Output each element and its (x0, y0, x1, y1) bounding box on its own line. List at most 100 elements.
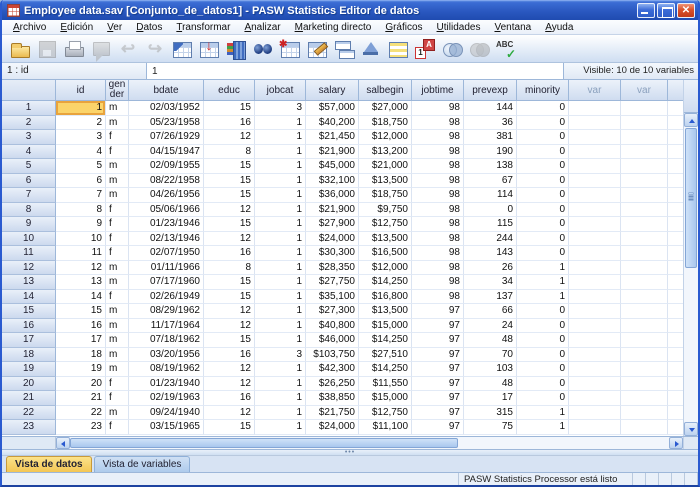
cell[interactable] (569, 406, 621, 421)
cell[interactable]: 97 (412, 362, 464, 377)
cell[interactable]: 15 (204, 420, 255, 435)
row-number[interactable]: 19 (2, 362, 56, 377)
column-header-salary[interactable]: salary (306, 80, 359, 101)
column-header-var[interactable]: var (569, 80, 621, 101)
cell[interactable]: 98 (412, 246, 464, 261)
cell[interactable] (569, 290, 621, 305)
cell[interactable]: 98 (412, 203, 464, 218)
cell[interactable]: 1 (517, 406, 569, 421)
cell[interactable]: 1 (255, 203, 306, 218)
cell[interactable]: 1 (255, 159, 306, 174)
weight-cases-icon[interactable] (359, 38, 383, 60)
cell[interactable]: 381 (464, 130, 517, 145)
cell[interactable]: $9,750 (359, 203, 412, 218)
cell[interactable]: $57,000 (306, 101, 359, 116)
cell[interactable]: $24,000 (306, 232, 359, 247)
cell[interactable]: $28,350 (306, 261, 359, 276)
spell-check-icon[interactable] (494, 38, 518, 60)
cell[interactable]: $32,100 (306, 174, 359, 189)
menu-analizar[interactable]: Analizar (237, 21, 287, 34)
menu-ventana[interactable]: Ventana (487, 21, 538, 34)
cell[interactable]: 26 (464, 261, 517, 276)
cell[interactable]: 0 (517, 217, 569, 232)
row-number[interactable]: 7 (2, 188, 56, 203)
cell[interactable]: $16,800 (359, 290, 412, 305)
row-number[interactable]: 23 (2, 420, 56, 435)
cell[interactable]: 8 (204, 261, 255, 276)
cell[interactable]: 1 (56, 101, 106, 116)
cell[interactable]: 15 (204, 217, 255, 232)
cell[interactable]: $12,000 (359, 130, 412, 145)
cell[interactable]: 02/13/1946 (129, 232, 204, 247)
cell[interactable]: f (106, 290, 129, 305)
cell[interactable] (621, 174, 668, 189)
cell[interactable]: 22 (56, 406, 106, 421)
cell[interactable]: 9 (56, 217, 106, 232)
row-number[interactable]: 9 (2, 217, 56, 232)
cell[interactable]: 1 (255, 420, 306, 435)
cell[interactable]: 0 (517, 362, 569, 377)
cell[interactable] (569, 348, 621, 363)
open-file-icon[interactable] (8, 38, 32, 60)
cell[interactable]: 16 (56, 319, 106, 334)
cell[interactable]: 1 (255, 116, 306, 131)
cell[interactable]: 0 (517, 319, 569, 334)
cell[interactable]: 21 (56, 391, 106, 406)
cell[interactable]: 97 (412, 420, 464, 435)
cell[interactable]: $38,850 (306, 391, 359, 406)
column-header-jobtime[interactable]: jobtime (412, 80, 464, 101)
goto-variable-icon[interactable] (224, 38, 248, 60)
cell[interactable] (569, 232, 621, 247)
cell[interactable] (569, 203, 621, 218)
cell[interactable]: f (106, 130, 129, 145)
cell[interactable]: 98 (412, 159, 464, 174)
cell[interactable]: $12,750 (359, 217, 412, 232)
cell[interactable] (569, 174, 621, 189)
cell[interactable]: 2 (56, 116, 106, 131)
cell[interactable]: 08/22/1958 (129, 174, 204, 189)
cell[interactable]: $46,000 (306, 333, 359, 348)
cell[interactable]: $27,900 (306, 217, 359, 232)
cell[interactable]: f (106, 377, 129, 392)
cell[interactable]: $26,250 (306, 377, 359, 392)
cell[interactable]: $35,100 (306, 290, 359, 305)
cell[interactable]: 12 (204, 406, 255, 421)
cell[interactable]: 02/07/1950 (129, 246, 204, 261)
cell[interactable] (569, 333, 621, 348)
row-number[interactable]: 17 (2, 333, 56, 348)
cell[interactable]: f (106, 203, 129, 218)
cell[interactable]: 98 (412, 261, 464, 276)
cell[interactable]: 0 (517, 101, 569, 116)
cell[interactable]: 8 (56, 203, 106, 218)
use-variable-sets-icon[interactable] (440, 38, 464, 60)
vertical-scroll-track[interactable] (684, 269, 698, 422)
cell[interactable]: 15 (204, 159, 255, 174)
cell[interactable] (621, 391, 668, 406)
cell[interactable]: 144 (464, 101, 517, 116)
cell[interactable]: $13,200 (359, 145, 412, 160)
cell[interactable]: 16 (204, 391, 255, 406)
cell[interactable]: 97 (412, 377, 464, 392)
cell[interactable] (621, 203, 668, 218)
cell[interactable]: 1 (255, 145, 306, 160)
cell[interactable]: 17 (56, 333, 106, 348)
row-number[interactable]: 13 (2, 275, 56, 290)
cell[interactable]: $24,000 (306, 420, 359, 435)
cell[interactable] (621, 333, 668, 348)
cell[interactable]: 66 (464, 304, 517, 319)
cell[interactable] (569, 101, 621, 116)
cell[interactable]: $13,500 (359, 304, 412, 319)
row-number[interactable]: 20 (2, 377, 56, 392)
cell[interactable] (621, 275, 668, 290)
cell[interactable] (569, 188, 621, 203)
cell[interactable]: 0 (517, 333, 569, 348)
cell[interactable]: $45,000 (306, 159, 359, 174)
cell[interactable]: $11,100 (359, 420, 412, 435)
cell[interactable] (569, 217, 621, 232)
cell[interactable]: $13,500 (359, 174, 412, 189)
cell[interactable] (569, 159, 621, 174)
cell[interactable]: 16 (204, 246, 255, 261)
cell[interactable]: 1 (517, 275, 569, 290)
cell[interactable]: 244 (464, 232, 517, 247)
tab-data-view[interactable]: Vista de datos (6, 456, 92, 472)
